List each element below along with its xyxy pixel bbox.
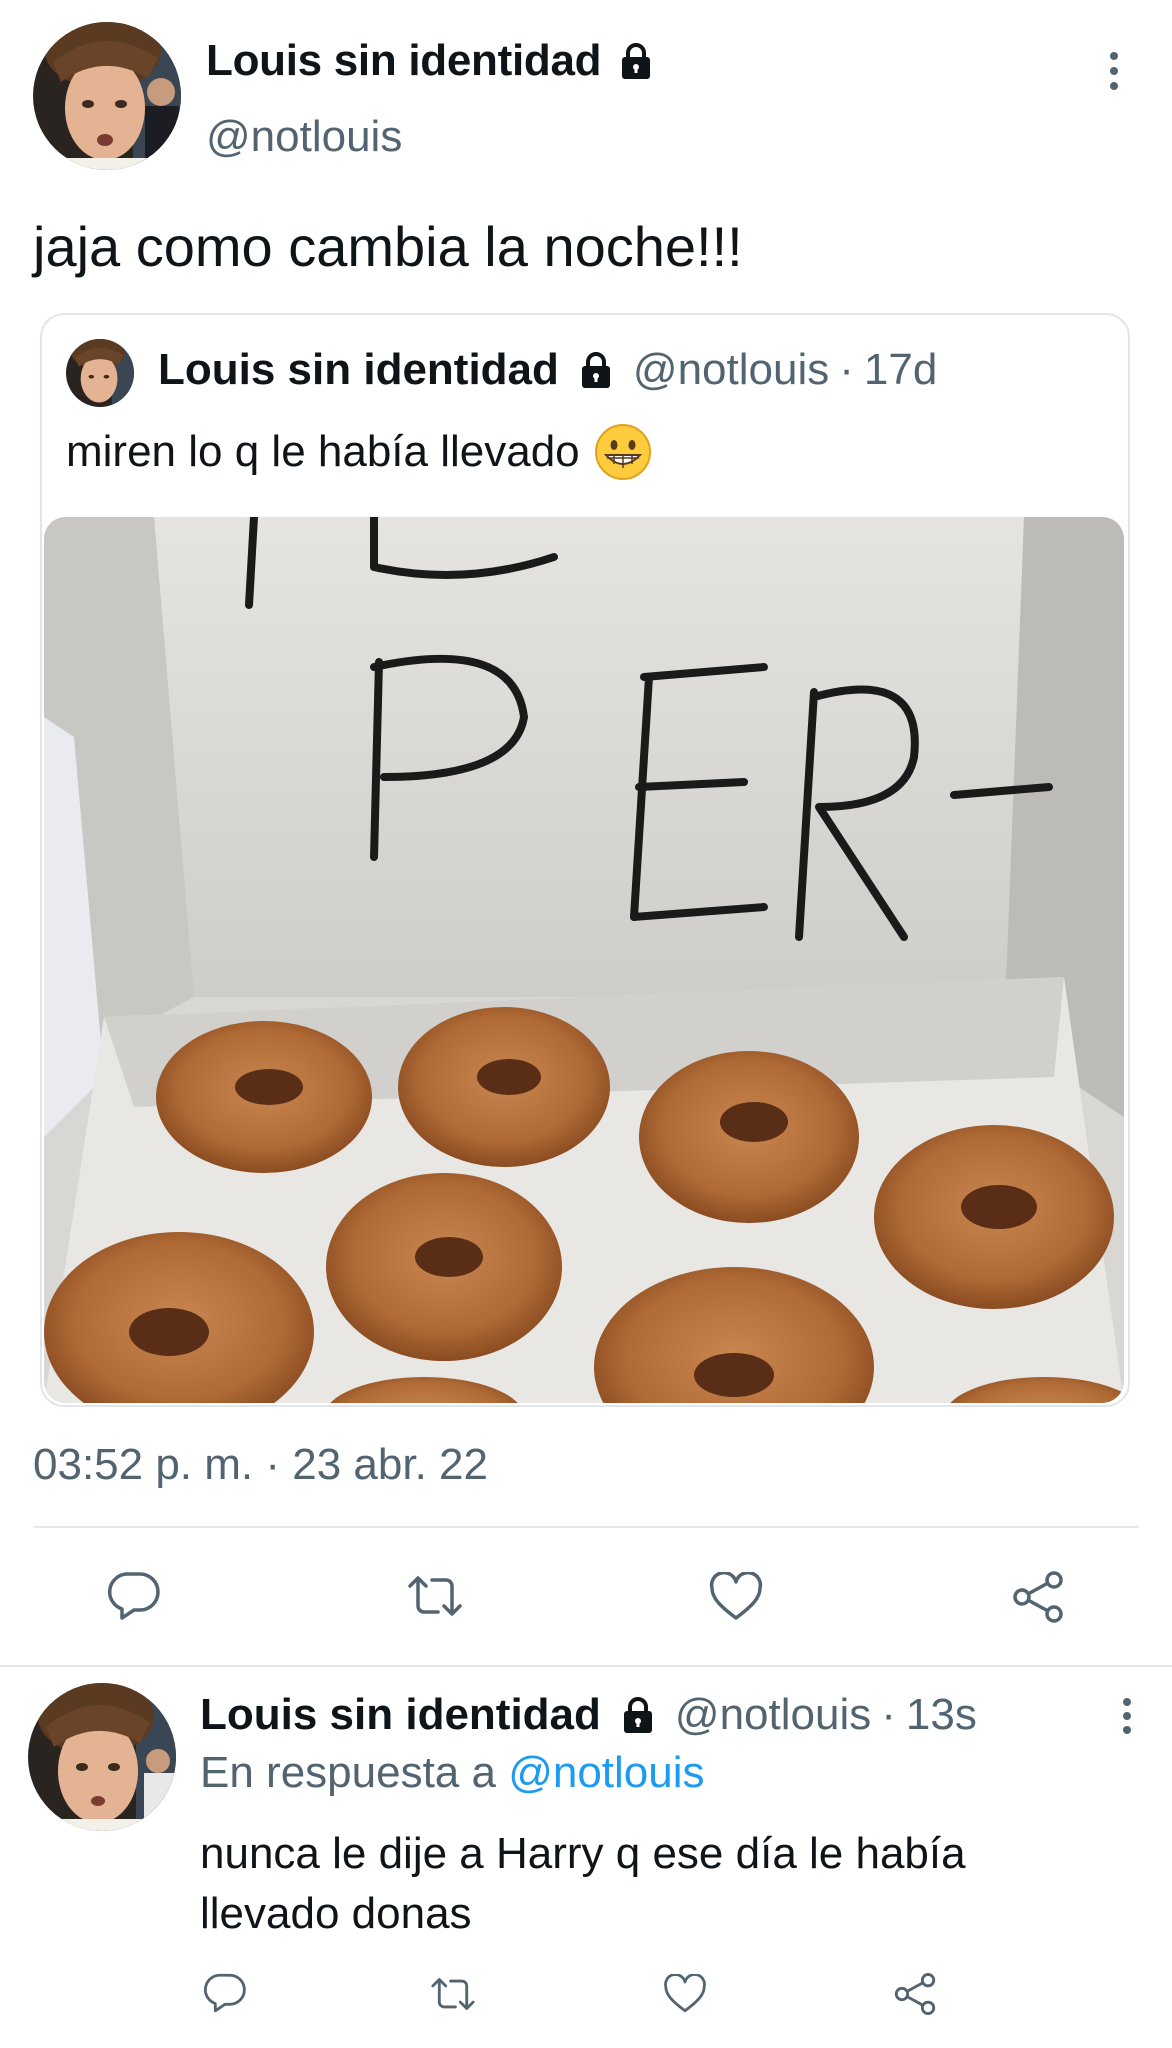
quoted-tweet-text-content: miren lo q le había llevado xyxy=(66,427,580,476)
quoted-author-name: Louis sin identidad xyxy=(158,345,559,394)
tweet-timestamp[interactable]: 03:52 p. m. · 23 abr. 22 xyxy=(33,1440,488,1490)
share-icon[interactable] xyxy=(1010,1570,1066,1624)
separator-dot: · xyxy=(839,345,854,394)
reply-icon[interactable] xyxy=(202,1972,248,2014)
reply-icon[interactable] xyxy=(106,1570,162,1622)
grinning-face-emoji xyxy=(594,424,651,480)
quoted-tweet-text: miren lo q le había llevado xyxy=(66,423,652,481)
reply-author-handle[interactable]: @notlouis xyxy=(675,1690,871,1740)
divider xyxy=(33,1526,1139,1528)
heart-icon[interactable] xyxy=(708,1572,764,1622)
more-vertical-icon[interactable] xyxy=(1106,52,1122,90)
quoted-author-avatar xyxy=(66,339,134,407)
reply-author-name[interactable]: Louis sin identidad xyxy=(200,1690,601,1740)
quoted-author-handle: @notlouis xyxy=(632,345,830,394)
reply-tweet-text: nunca le dije a Harry q ese día le había… xyxy=(200,1829,966,1938)
quoted-tweet-card[interactable]: Louis sin identidad @notlouis · 17d mire… xyxy=(40,313,1130,1407)
reply-actions xyxy=(0,1972,1172,2016)
lock-icon xyxy=(581,352,610,388)
retweet-icon[interactable] xyxy=(404,1572,466,1620)
replying-to-line: En respuesta a @notlouis xyxy=(200,1748,705,1798)
tweet-text: jaja como cambia la noche!!! xyxy=(33,215,743,278)
more-vertical-icon[interactable] xyxy=(1120,1698,1134,1734)
tweet-actions xyxy=(0,1570,1172,1624)
reply-tweet-time[interactable]: 13s xyxy=(906,1690,977,1740)
author-handle[interactable]: @notlouis xyxy=(206,112,402,162)
author-display-name[interactable]: Louis sin identidad xyxy=(206,36,655,86)
quoted-tweet-time: 17d xyxy=(863,345,938,394)
replying-to-mention[interactable]: @notlouis xyxy=(508,1748,704,1797)
author-name-text[interactable]: Louis sin identidad xyxy=(206,36,602,86)
heart-icon[interactable] xyxy=(662,1974,708,2014)
tweet-detail-page: Louis sin identidad @notlouis jaja como … xyxy=(0,0,1172,2048)
replying-to-prefix: En respuesta a xyxy=(200,1748,496,1797)
lock-icon xyxy=(623,1697,652,1733)
separator-dot: · xyxy=(881,1690,896,1739)
tweet-separator xyxy=(0,1665,1172,1667)
donut-box-photo[interactable] xyxy=(44,517,1124,1403)
reply-tweet-header: Louis sin identidad @notlouis · 13s xyxy=(200,1690,977,1740)
lock-icon xyxy=(622,43,651,79)
reply-author-avatar[interactable] xyxy=(28,1683,176,1831)
retweet-icon[interactable] xyxy=(428,1974,478,2014)
quoted-tweet-header: Louis sin identidad @notlouis · 17d xyxy=(158,345,937,395)
share-icon[interactable] xyxy=(892,1972,938,2016)
author-avatar[interactable] xyxy=(33,22,181,170)
